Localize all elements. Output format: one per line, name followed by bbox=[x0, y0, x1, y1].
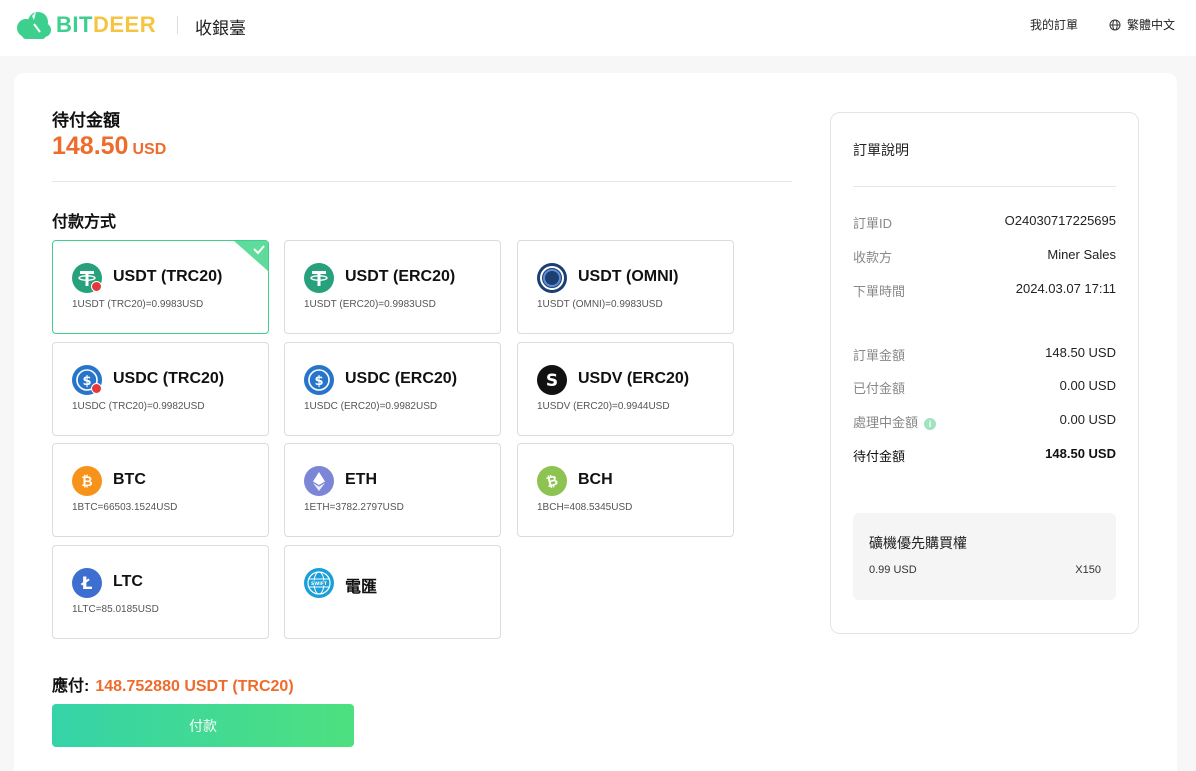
order-time-value: 2024.03.07 17:11 bbox=[1015, 281, 1116, 296]
option-rate: 1USDT (TRC20)=0.9983USD bbox=[72, 299, 204, 310]
svg-text:S: S bbox=[546, 371, 558, 391]
brand-name-part2: DEER bbox=[92, 12, 157, 37]
payee-label: 收款方 bbox=[853, 250, 893, 265]
option-name: USDC (TRC20) bbox=[113, 370, 225, 387]
option-rate: 1USDT (OMNI)=0.9983USD bbox=[537, 299, 663, 310]
option-rate: 1USDC (ERC20)=0.9982USD bbox=[304, 401, 438, 412]
order-item-box: 礦機優先購買權 0.99 USD X150 bbox=[853, 513, 1116, 600]
deer-logo-icon bbox=[17, 12, 51, 39]
my-orders-link[interactable]: 我的訂單 bbox=[1030, 16, 1078, 33]
order-item-price: 0.99 USD bbox=[869, 564, 917, 576]
processing-amount-label: 處理中金額 i bbox=[853, 412, 937, 431]
payment-methods-label: 付款方式 bbox=[52, 214, 117, 231]
svg-text:$: $ bbox=[314, 374, 323, 389]
payment-option-eth[interactable]: ETH 1ETH=3782.2797USD bbox=[284, 443, 501, 537]
litecoin-icon: Ł bbox=[72, 568, 102, 598]
payable-label: 應付: bbox=[52, 678, 90, 695]
payment-option-btc[interactable]: ₿ BTC 1BTC=66503.1524USD bbox=[52, 443, 269, 537]
brand-name-part1: BIT bbox=[56, 12, 93, 37]
order-id-value: O24030717225695 bbox=[1004, 213, 1116, 228]
order-summary-title: 訂單說明 bbox=[853, 142, 909, 158]
option-name: USDT (ERC20) bbox=[345, 268, 456, 285]
payment-option-usdc-trc20[interactable]: $ USDC (TRC20) 1USDC (TRC20)=0.9982USD bbox=[52, 342, 269, 436]
amount-number: 148.50 bbox=[52, 132, 129, 160]
svg-text:Ł: Ł bbox=[81, 574, 93, 594]
payment-option-usdc-erc20[interactable]: $ USDC (ERC20) 1USDC (ERC20)=0.9982USD bbox=[284, 342, 501, 436]
alert-badge-icon bbox=[91, 383, 102, 394]
payment-option-usdt-erc20[interactable]: USDT (ERC20) 1USDT (ERC20)=0.9983USD bbox=[284, 240, 501, 334]
top-header: BITDEER 收銀臺 我的訂單 繁體中文 bbox=[0, 0, 1196, 56]
omni-icon bbox=[537, 263, 567, 293]
swift-icon: SWIFT bbox=[304, 568, 334, 598]
option-name: BTC bbox=[113, 471, 146, 488]
pending-amount-value: 148.50 USD bbox=[1045, 446, 1116, 461]
payment-option-ltc[interactable]: Ł LTC 1LTC=85.0185USD bbox=[52, 545, 269, 639]
payment-option-usdt-trc20[interactable]: USDT (TRC20) 1USDT (TRC20)=0.9983USD bbox=[52, 240, 269, 334]
option-name: BCH bbox=[578, 471, 613, 488]
option-rate: 1LTC=85.0185USD bbox=[72, 604, 159, 615]
option-rate: 1ETH=3782.2797USD bbox=[304, 502, 404, 513]
order-item-title: 礦機優先購買權 bbox=[869, 535, 967, 551]
svg-text:SWIFT: SWIFT bbox=[311, 581, 328, 587]
order-amount-label: 訂單金額 bbox=[853, 348, 906, 363]
usdv-icon: S bbox=[537, 365, 567, 395]
alert-badge-icon bbox=[91, 281, 102, 292]
option-rate: 1USDT (ERC20)=0.9983USD bbox=[304, 299, 436, 310]
payable-value: 148.752880 USDT (TRC20) bbox=[95, 678, 294, 695]
payment-option-usdt-omni[interactable]: USDT (OMNI) 1USDT (OMNI)=0.9983USD bbox=[517, 240, 734, 334]
order-id-label: 訂單ID bbox=[853, 216, 893, 231]
order-item-quantity: X150 bbox=[1075, 564, 1101, 576]
payable-amount: 應付: 148.752880 USDT (TRC20) bbox=[52, 672, 294, 696]
option-name: USDC (ERC20) bbox=[345, 370, 458, 387]
option-rate: 1USDV (ERC20)=0.9944USD bbox=[537, 401, 670, 412]
order-amount-value: 148.50 USD bbox=[1045, 345, 1116, 360]
header-divider bbox=[177, 16, 178, 34]
option-name: ETH bbox=[345, 471, 377, 488]
payment-option-wire-transfer[interactable]: SWIFT 電匯 bbox=[284, 545, 501, 639]
bitcoin-cash-icon: ₿ bbox=[537, 466, 567, 496]
bitcoin-icon: ₿ bbox=[72, 466, 102, 496]
selected-check-icon bbox=[234, 241, 268, 271]
divider bbox=[52, 181, 792, 182]
option-rate: 1BCH=408.5345USD bbox=[537, 502, 633, 513]
option-name: USDT (OMNI) bbox=[578, 268, 679, 285]
divider bbox=[853, 186, 1116, 187]
payment-option-bch[interactable]: ₿ BCH 1BCH=408.5345USD bbox=[517, 443, 734, 537]
language-selector[interactable]: 繁體中文 bbox=[1109, 16, 1175, 33]
tether-icon bbox=[304, 263, 334, 293]
paid-amount-value: 0.00 USD bbox=[1059, 378, 1116, 393]
order-time-label: 下單時間 bbox=[853, 284, 906, 299]
page-title: 收銀臺 bbox=[195, 19, 246, 38]
option-name: LTC bbox=[113, 573, 143, 590]
info-icon[interactable]: i bbox=[924, 417, 937, 430]
ethereum-icon bbox=[304, 466, 334, 496]
option-name: 電匯 bbox=[345, 579, 378, 596]
payee-value: Miner Sales bbox=[1047, 247, 1116, 262]
processing-amount-value: 0.00 USD bbox=[1059, 412, 1116, 427]
amount-due-label: 待付金額 bbox=[52, 111, 120, 130]
processing-amount-text: 處理中金額 bbox=[853, 415, 919, 430]
option-rate: 1BTC=66503.1524USD bbox=[72, 502, 178, 513]
option-rate: 1USDC (TRC20)=0.9982USD bbox=[72, 401, 205, 412]
amount-currency: USD bbox=[132, 141, 167, 158]
brand-name: BITDEER bbox=[56, 12, 156, 38]
option-name: USDV (ERC20) bbox=[578, 370, 690, 387]
language-label: 繁體中文 bbox=[1127, 18, 1176, 32]
globe-icon bbox=[1109, 19, 1121, 30]
pending-amount-label: 待付金額 bbox=[853, 449, 906, 464]
svg-text:₿: ₿ bbox=[81, 474, 92, 490]
option-name: USDT (TRC20) bbox=[113, 268, 223, 285]
usdc-icon: $ bbox=[304, 365, 334, 395]
bitdeer-logo[interactable]: BITDEER bbox=[14, 10, 156, 40]
amount-due-value: 148.50 USD bbox=[52, 132, 166, 161]
pay-button[interactable]: 付款 bbox=[52, 704, 354, 747]
payment-option-usdv-erc20[interactable]: S USDV (ERC20) 1USDV (ERC20)=0.9944USD bbox=[517, 342, 734, 436]
paid-amount-label: 已付金額 bbox=[853, 381, 906, 396]
